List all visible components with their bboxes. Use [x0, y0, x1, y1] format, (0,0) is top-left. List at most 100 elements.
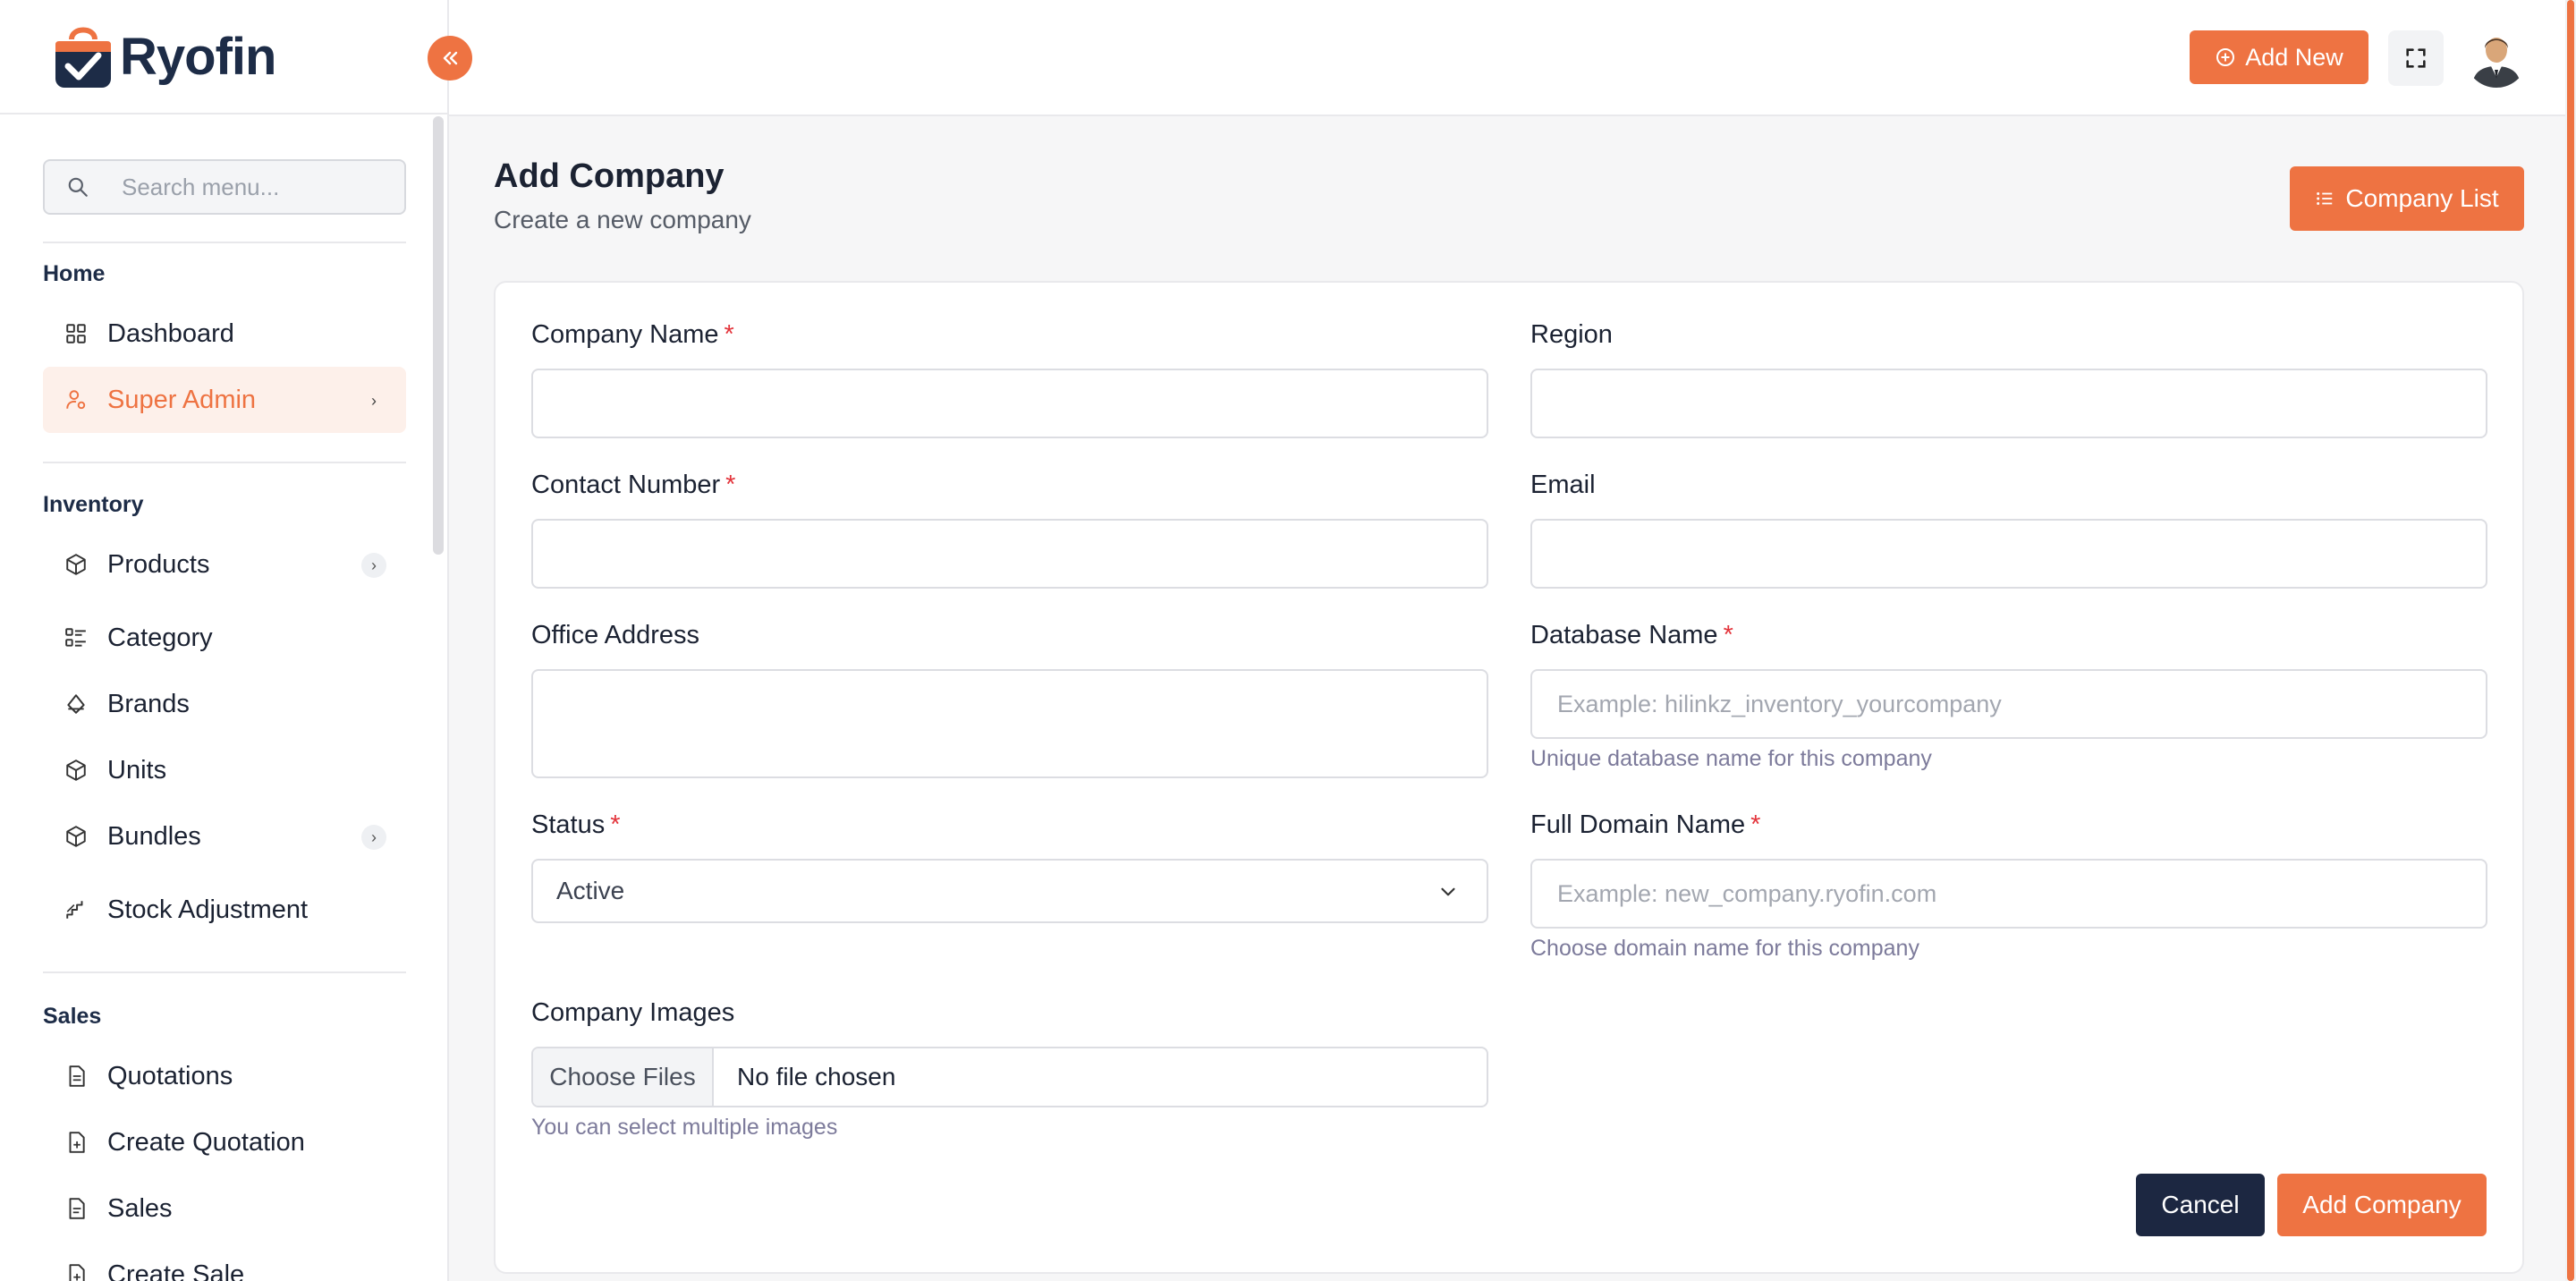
add-new-button[interactable]: Add New: [2190, 30, 2368, 84]
list-icon: [2317, 192, 2333, 205]
sidebar-item-label: Stock Adjustment: [107, 895, 309, 924]
sidebar-search[interactable]: [43, 159, 406, 215]
domain-name-label-text: Full Domain Name: [1530, 810, 1746, 839]
office-address-textarea[interactable]: [531, 669, 1488, 778]
domain-name-input[interactable]: [1530, 859, 2487, 929]
sidebar-item-products[interactable]: Products ›: [43, 531, 406, 598]
user-cog-icon: [64, 388, 88, 411]
search-icon: [68, 177, 88, 197]
required-marker: *: [610, 810, 621, 839]
sidebar-item-label: Category: [107, 623, 213, 652]
sidebar-item-label: Bundles: [107, 821, 201, 851]
contact-number-label-text: Contact Number: [531, 471, 721, 499]
sidebar-item-super-admin[interactable]: Super Admin ›: [43, 367, 406, 433]
receipt-icon: [64, 1197, 88, 1220]
company-images-label-text: Company Images: [531, 998, 735, 1027]
sidebar: Ryofin Home Dashboard Super Admin ›: [0, 0, 449, 1281]
search-input[interactable]: [122, 173, 390, 201]
logo[interactable]: Ryofin: [0, 0, 447, 115]
region-input[interactable]: [1530, 369, 2487, 438]
divider: [43, 971, 406, 973]
sidebar-item-create-sale[interactable]: Create Sale: [43, 1242, 406, 1281]
plus-circle-icon: [2216, 48, 2235, 66]
office-address-label-text: Office Address: [531, 621, 700, 649]
user-avatar[interactable]: [2465, 25, 2528, 88]
scrollbar-thumb[interactable]: [2567, 0, 2574, 1281]
divider: [43, 462, 406, 463]
sidebar-item-label: Sales: [107, 1193, 173, 1223]
sidebar-item-label: Super Admin: [107, 385, 257, 414]
document-icon: [64, 1065, 88, 1088]
required-marker: *: [1750, 810, 1761, 839]
database-name-label: Database Name *: [1530, 621, 1733, 650]
status-select[interactable]: Active: [531, 859, 1488, 923]
required-marker: *: [1723, 621, 1733, 649]
expand-icon: [2406, 48, 2426, 68]
sidebar-item-stock-adjustment[interactable]: Stock Adjustment: [43, 877, 406, 943]
add-company-button[interactable]: Add Company: [2277, 1174, 2487, 1236]
status-label: Status *: [531, 810, 621, 840]
email-input[interactable]: [1530, 519, 2487, 589]
choose-files-button[interactable]: Choose Files: [533, 1048, 714, 1106]
page-title: Add Company: [494, 157, 724, 195]
brand-tag-icon: [64, 692, 88, 716]
avatar-icon: [2465, 25, 2528, 88]
company-images-hint: You can select multiple images: [531, 1115, 838, 1140]
company-name-label-text: Company Name: [531, 320, 719, 349]
collapse-sidebar-button[interactable]: [428, 36, 472, 81]
chevron-right-icon: ›: [371, 391, 377, 410]
office-address-label: Office Address: [531, 621, 699, 650]
sidebar-item-label: Products: [107, 549, 210, 579]
cancel-button[interactable]: Cancel: [2136, 1174, 2265, 1236]
sidebar-item-dashboard[interactable]: Dashboard: [43, 301, 406, 367]
grid-icon: [64, 322, 88, 345]
sidebar-item-label: Create Sale: [107, 1260, 245, 1281]
section-home: Home: [43, 261, 106, 286]
document-plus-icon: [64, 1131, 88, 1154]
sidebar-item-category[interactable]: Category: [43, 605, 406, 671]
chevron-right-icon: ›: [361, 825, 386, 850]
company-images-file-input[interactable]: Choose Files No file chosen: [531, 1047, 1488, 1107]
list-icon: [64, 626, 88, 649]
sidebar-item-label: Create Quotation: [107, 1127, 305, 1157]
sidebar-item-label: Dashboard: [107, 318, 234, 348]
chevron-down-icon: [1441, 887, 1455, 896]
sidebar-item-label: Quotations: [107, 1061, 233, 1090]
company-list-label: Company List: [2345, 184, 2499, 212]
page: Ryofin Home Dashboard Super Admin ›: [0, 0, 2576, 1281]
chevron-right-icon: ›: [361, 553, 386, 578]
sidebar-item-label: Brands: [107, 689, 190, 718]
package-icon: [64, 825, 88, 848]
company-name-label: Company Name *: [531, 320, 734, 350]
sidebar-item-bundles[interactable]: Bundles ›: [43, 803, 406, 870]
sidebar-item-brands[interactable]: Brands: [43, 671, 406, 737]
file-status-text: No file chosen: [737, 1063, 896, 1090]
sidebar-item-quotations[interactable]: Quotations: [43, 1043, 406, 1109]
cube-icon: [64, 759, 88, 782]
box-icon: [64, 553, 88, 576]
chevrons-left-icon: [443, 51, 458, 65]
sidebar-item-label: Units: [107, 755, 167, 785]
database-name-input[interactable]: [1530, 669, 2487, 739]
required-marker: *: [725, 471, 736, 499]
contact-number-input[interactable]: [531, 519, 1488, 589]
company-list-button[interactable]: Company List: [2290, 166, 2524, 231]
required-marker: *: [724, 320, 734, 349]
page-scrollbar[interactable]: [2565, 0, 2576, 1281]
status-selected-value: Active: [556, 877, 625, 904]
domain-name-label: Full Domain Name *: [1530, 810, 1760, 840]
company-images-label: Company Images: [531, 998, 734, 1028]
sidebar-item-sales[interactable]: Sales: [43, 1175, 406, 1242]
company-name-input[interactable]: [531, 369, 1488, 438]
sidebar-item-units[interactable]: Units: [43, 737, 406, 803]
fullscreen-button[interactable]: [2388, 30, 2444, 86]
section-inventory: Inventory: [43, 492, 144, 517]
status-label-text: Status: [531, 810, 606, 839]
page-subtitle: Create a new company: [494, 206, 751, 233]
sidebar-scrollbar[interactable]: [433, 116, 444, 555]
sidebar-item-create-quotation[interactable]: Create Quotation: [43, 1109, 406, 1175]
email-label: Email: [1530, 471, 1596, 500]
section-sales: Sales: [43, 1004, 102, 1029]
database-name-label-text: Database Name: [1530, 621, 1718, 649]
region-label: Region: [1530, 320, 1613, 350]
